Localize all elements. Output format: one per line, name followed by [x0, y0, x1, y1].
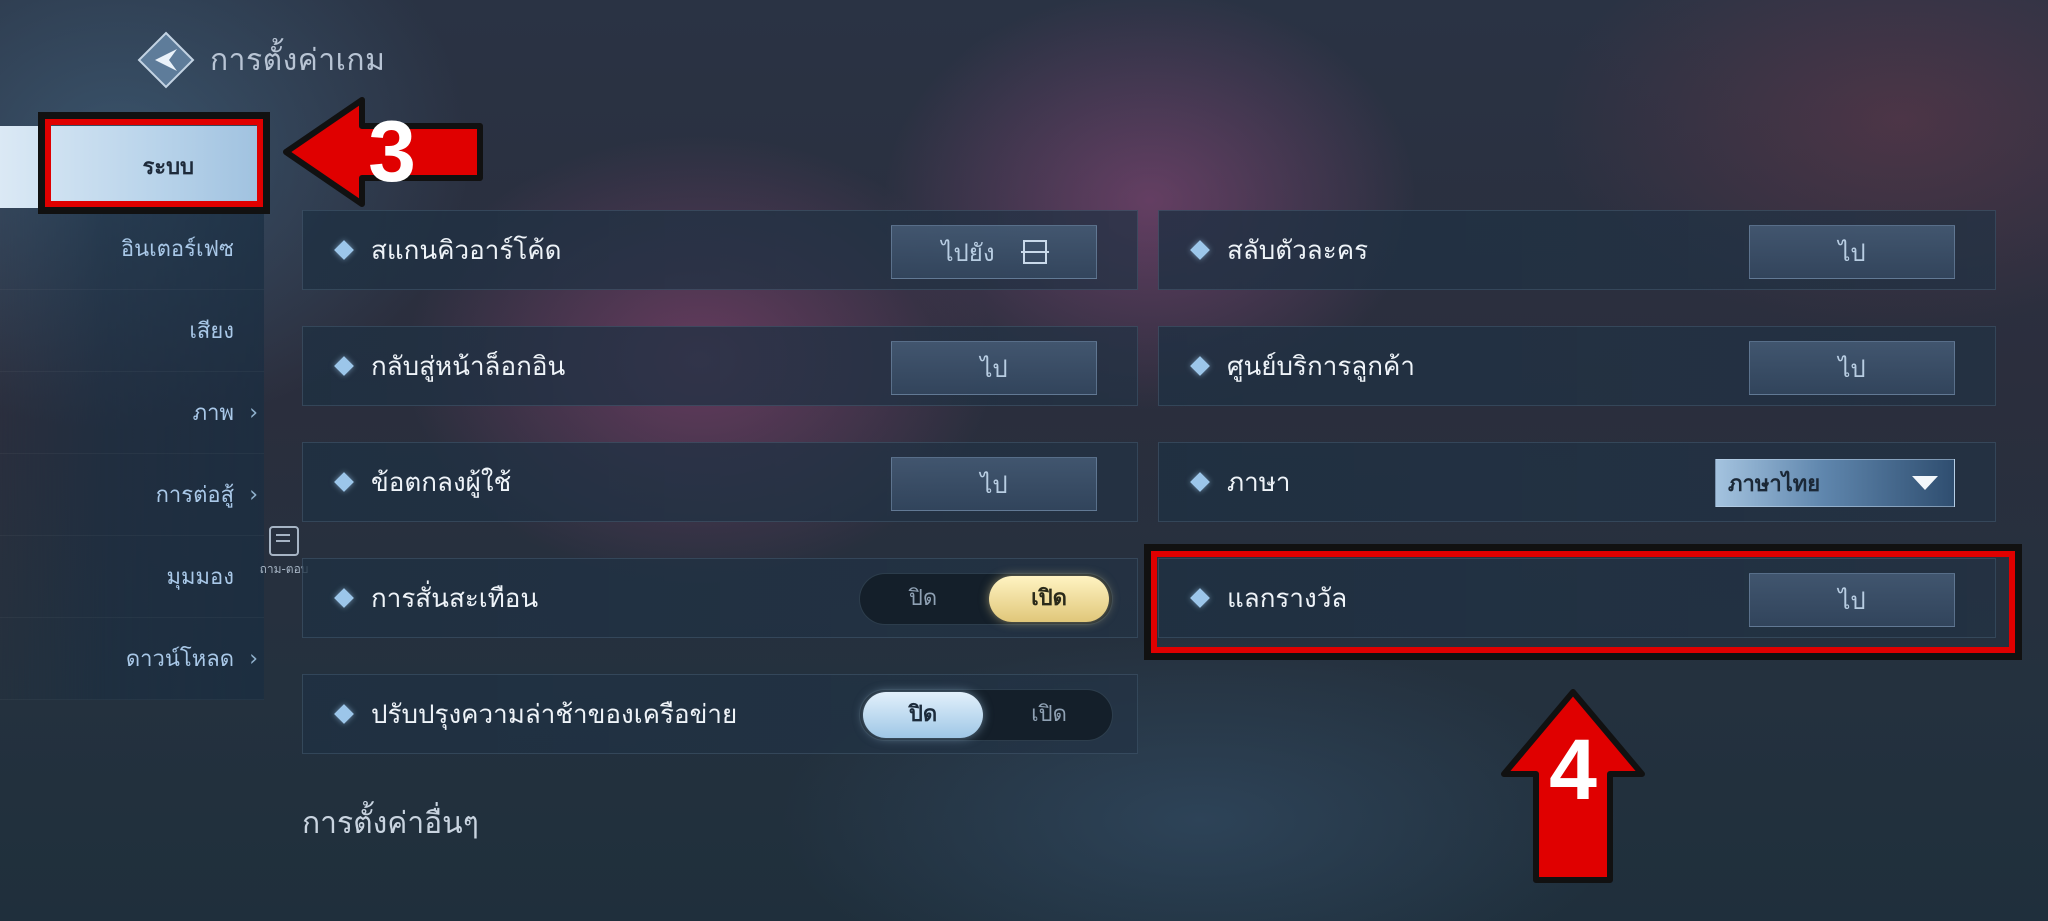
sidebar-item-graphics[interactable]: ภาพ ›: [0, 372, 264, 454]
sidebar-item-label: เสียง: [189, 319, 234, 344]
setting-label: กลับสู่หน้าล็อกอิน: [371, 351, 566, 382]
toggle-on-option[interactable]: เปิด: [989, 576, 1109, 622]
scan-icon: [1020, 240, 1049, 264]
setting-row-language: ภาษา ภาษาไทย: [1158, 442, 1996, 522]
bullet-diamond-icon: [1190, 356, 1210, 376]
setting-label: การสั่นสะเทือน: [371, 583, 539, 614]
button-label: ไป: [1838, 354, 1866, 383]
setting-label: ข้อตกลงผู้ใช้: [371, 467, 512, 498]
setting-label: สแกนคิวอาร์โค้ด: [371, 235, 562, 266]
chevron-right-icon: ›: [249, 400, 258, 425]
annotation-arrow-up-icon: 4: [1500, 688, 1646, 884]
setting-row-scan-qr: สแกนคิวอาร์โค้ด ไปยัง: [302, 210, 1138, 290]
setting-label: ภาษา: [1227, 467, 1291, 498]
back-to-login-button[interactable]: ไป: [891, 341, 1097, 395]
setting-label: สลับตัวละคร: [1227, 235, 1369, 266]
bullet-diamond-icon: [334, 588, 354, 608]
button-label: ไป: [1838, 238, 1866, 267]
sidebar-item-label: ดาวน์โหลด: [125, 647, 234, 672]
network-latency-toggle[interactable]: ปิด เปิด: [859, 689, 1113, 741]
other-settings-heading: การตั้งค่าอื่นๆ: [302, 806, 479, 841]
scan-qr-button[interactable]: ไปยัง: [891, 225, 1097, 279]
button-label: ไป: [980, 354, 1008, 383]
sidebar-item-label: ภาพ: [192, 401, 234, 426]
sidebar-item-interface[interactable]: อินเตอร์เฟซ: [0, 208, 264, 290]
bullet-diamond-icon: [334, 356, 354, 376]
sidebar-item-label: อินเตอร์เฟซ: [120, 237, 234, 262]
customer-service-button[interactable]: ไป: [1749, 341, 1955, 395]
setting-row-back-to-login: กลับสู่หน้าล็อกอิน ไป: [302, 326, 1138, 406]
button-label: ไปยัง: [941, 238, 995, 267]
chevron-right-icon: ›: [249, 646, 258, 671]
sidebar-item-combat[interactable]: การต่อสู้ ›: [0, 454, 264, 536]
setting-label: ศูนย์บริการลูกค้า: [1227, 351, 1415, 382]
setting-row-user-agreement: ข้อตกลงผู้ใช้ ไป: [302, 442, 1138, 522]
toggle-off-option[interactable]: ปิด: [863, 576, 983, 622]
setting-row-customer-service: ศูนย์บริการลูกค้า ไป: [1158, 326, 1996, 406]
game-logo-icon: [136, 30, 196, 90]
user-agreement-button[interactable]: ไป: [891, 457, 1097, 511]
sidebar-item-label: การต่อสู้: [155, 483, 234, 508]
annotation-step-number: 3: [368, 104, 416, 200]
button-label: ไป: [980, 470, 1008, 499]
page-header: การตั้งค่าเกม: [136, 30, 385, 90]
bullet-diamond-icon: [334, 240, 354, 260]
vibration-toggle[interactable]: ปิด เปิด: [859, 573, 1113, 625]
annotation-arrow-left-icon: 3: [282, 96, 484, 208]
sidebar-item-label: มุมมอง: [166, 565, 234, 590]
chevron-down-icon: [1912, 476, 1938, 490]
language-selected-value: ภาษาไทย: [1728, 471, 1821, 497]
toggle-off-option[interactable]: ปิด: [863, 692, 983, 738]
setting-label: ปรับปรุงความล่าช้าของเครือข่าย: [371, 699, 738, 730]
language-select[interactable]: ภาษาไทย: [1715, 459, 1955, 507]
sidebar-item-download[interactable]: ดาวน์โหลด ›: [0, 618, 264, 700]
annotation-highlight-system: [38, 112, 270, 214]
page-title: การตั้งค่าเกม: [210, 42, 386, 78]
setting-row-switch-character: สลับตัวละคร ไป: [1158, 210, 1996, 290]
setting-row-vibration: การสั่นสะเทือน ปิด เปิด: [302, 558, 1138, 638]
bullet-diamond-icon: [334, 704, 354, 724]
annotation-step-number: 4: [1549, 722, 1597, 818]
switch-character-button[interactable]: ไป: [1749, 225, 1955, 279]
bullet-diamond-icon: [1190, 472, 1210, 492]
sidebar-item-sound[interactable]: เสียง: [0, 290, 264, 372]
toggle-on-option[interactable]: เปิด: [989, 692, 1109, 738]
setting-row-network-latency: ปรับปรุงความล่าช้าของเครือข่าย ปิด เปิด: [302, 674, 1138, 754]
bullet-diamond-icon: [334, 472, 354, 492]
faq-icon: [269, 526, 299, 556]
bullet-diamond-icon: [1190, 240, 1210, 260]
annotation-highlight-redeem: [1144, 544, 2022, 660]
sidebar-item-camera[interactable]: มุมมอง: [0, 536, 264, 618]
chevron-right-icon: ›: [249, 482, 258, 507]
